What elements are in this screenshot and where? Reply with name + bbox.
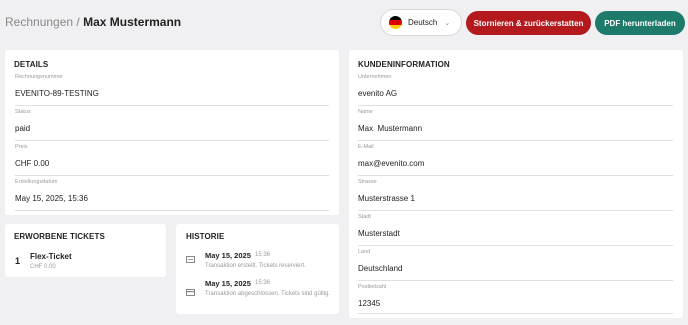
credit-card-icon bbox=[186, 289, 195, 296]
field-label: Unternehmen bbox=[358, 74, 392, 80]
country-field: Land Deutschland bbox=[358, 249, 673, 281]
created-date-field: Erstellungsdatum May 15, 2025, 15:36 bbox=[15, 179, 329, 211]
email-value: max@evenito.com bbox=[358, 159, 425, 168]
invoice-number-value: EVENITO-89-TESTING bbox=[15, 89, 99, 98]
price-value: CHF 0.00 bbox=[15, 159, 50, 168]
field-label: Name bbox=[358, 109, 373, 115]
company-field: Unternehmen evenito AG bbox=[358, 74, 673, 106]
city-field: Stadt Musterstadt bbox=[358, 214, 673, 246]
tickets-card: ERWORBENE TICKETS 1 Flex-Ticket CHF 0.00 bbox=[5, 224, 166, 277]
postal-code-field: Postleitzahl 12345 bbox=[358, 284, 673, 314]
field-label: Rechnungsnummer bbox=[15, 74, 63, 80]
history-time: 15:36 bbox=[255, 252, 271, 258]
ticket-name: Flex-Ticket bbox=[30, 252, 72, 261]
breadcrumb-link-invoices[interactable]: Rechnungen bbox=[5, 15, 73, 29]
email-field: E-Mail max@evenito.com bbox=[358, 144, 673, 176]
field-label: Status bbox=[15, 109, 31, 115]
field-label: Stadt bbox=[358, 214, 371, 220]
history-title: HISTORIE bbox=[186, 232, 225, 241]
field-label: Strasse bbox=[358, 179, 377, 185]
field-label: Postleitzahl bbox=[358, 284, 387, 290]
breadcrumb-separator: / bbox=[76, 15, 80, 29]
page-header: Rechnungen / Max Mustermann Deutsch ⌄ St… bbox=[0, 0, 688, 46]
invoice-number-field: Rechnungsnummer EVENITO-89-TESTING bbox=[15, 74, 329, 106]
field-label: Preis bbox=[15, 144, 28, 150]
history-card: HISTORIE May 15, 2025 15:36 Transaktion … bbox=[176, 224, 339, 314]
details-title: DETAILS bbox=[14, 60, 49, 69]
price-field: Preis CHF 0.00 bbox=[15, 144, 329, 176]
customer-card: KUNDENINFORMATION Unternehmen evenito AG… bbox=[349, 50, 683, 318]
street-value: Musterstrasse 1 bbox=[358, 194, 415, 203]
postal-code-value: 12345 bbox=[358, 299, 381, 308]
created-date-value: May 15, 2025, 15:36 bbox=[15, 194, 88, 203]
ticket-quantity: 1 bbox=[15, 256, 21, 266]
history-date: May 15, 2025 bbox=[205, 279, 251, 288]
country-value: Deutschland bbox=[358, 264, 403, 273]
tickets-title: ERWORBENE TICKETS bbox=[14, 232, 105, 241]
germany-flag-icon bbox=[389, 16, 402, 29]
details-card: DETAILS Rechnungsnummer EVENITO-89-TESTI… bbox=[5, 50, 339, 215]
cancel-refund-button[interactable]: Stornieren & zurückerstatten bbox=[466, 11, 591, 35]
breadcrumb: Rechnungen / Max Mustermann bbox=[5, 15, 181, 29]
name-field: Name Max Mustermann bbox=[358, 109, 673, 141]
company-value: evenito AG bbox=[358, 89, 398, 98]
name-value: Max Mustermann bbox=[358, 124, 423, 133]
street-field: Strasse Musterstrasse 1 bbox=[358, 179, 673, 211]
history-description: Transaktion erstellt. Tickets reserviert… bbox=[205, 263, 306, 269]
language-label: Deutsch bbox=[408, 18, 438, 27]
field-label: Erstellungsdatum bbox=[15, 179, 58, 185]
page-title: Max Mustermann bbox=[83, 15, 182, 29]
download-pdf-button[interactable]: PDF herunterladen bbox=[595, 11, 685, 35]
city-value: Musterstadt bbox=[358, 229, 400, 238]
ticket-price: CHF 0.00 bbox=[30, 264, 56, 270]
field-label: Land bbox=[358, 249, 371, 255]
chevron-down-icon: ⌄ bbox=[444, 19, 451, 27]
history-description: Transaktion abgeschlossen. Tickets sind … bbox=[205, 291, 331, 297]
status-field: Status paid bbox=[15, 109, 329, 141]
language-select[interactable]: Deutsch ⌄ bbox=[380, 9, 462, 36]
customer-title: KUNDENINFORMATION bbox=[358, 60, 450, 69]
history-item: May 15, 2025 15:36 Transaktion abgeschlo… bbox=[186, 279, 336, 309]
field-label: E-Mail bbox=[358, 144, 374, 150]
history-item: May 15, 2025 15:36 Transaktion erstellt.… bbox=[186, 251, 336, 273]
receipt-icon bbox=[186, 256, 195, 263]
history-date: May 15, 2025 bbox=[205, 251, 251, 260]
history-time: 15:36 bbox=[255, 280, 271, 286]
status-value: paid bbox=[15, 124, 31, 133]
